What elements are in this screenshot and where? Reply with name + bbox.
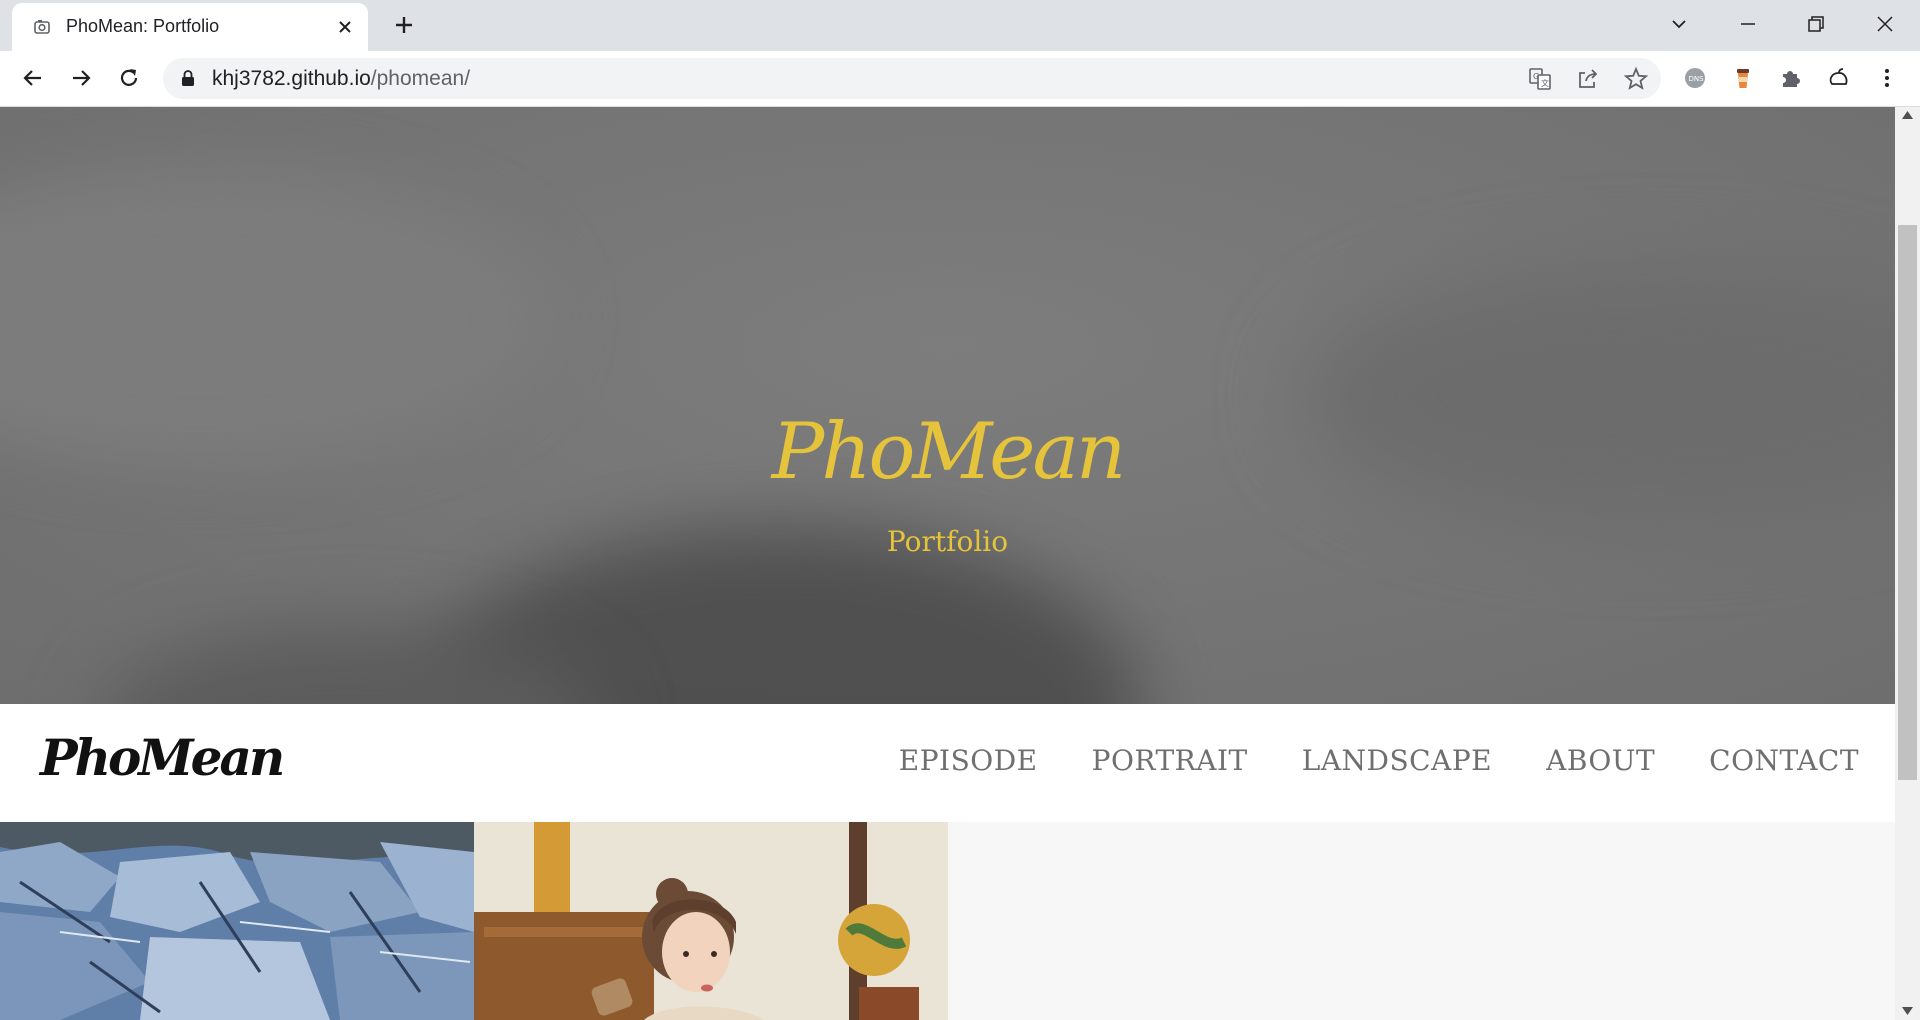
hero-logo: PhoMean [771,407,1126,497]
bookmark-star-icon[interactable] [1623,66,1649,92]
landscape-rocks-photo[interactable] [0,822,474,1020]
tab-title: PhoMean: Portfolio [66,16,220,36]
tab-search-chevron-down-icon[interactable] [1667,12,1691,36]
extension-coffee-icon[interactable] [1730,65,1756,91]
url-host: khj3782.github.io [212,67,371,90]
close-window-icon[interactable] [1873,12,1897,36]
browser-tab[interactable]: PhoMean: Portfolio [12,3,368,51]
chrome-menu-icon[interactable] [1874,65,1900,91]
close-tab-icon[interactable] [335,17,355,37]
site-logo[interactable]: PhoMean [40,728,285,787]
scrollbar-thumb[interactable] [1898,225,1917,780]
camera-favicon-icon [34,20,50,34]
nav-item-about[interactable]: ABOUT [1546,744,1655,777]
scroll-down-arrow-icon[interactable] [1902,1007,1913,1015]
rocks-image [0,822,474,1020]
site-navbar: PhoMean EPISODE PORTRAIT LANDSCAPE ABOUT… [0,704,1895,822]
svg-text:文: 文 [1541,78,1549,88]
portrait-image [474,822,948,1020]
profile-icon[interactable] [1826,65,1852,91]
extension-dns-icon[interactable]: DNS [1682,65,1708,91]
nav-item-episode[interactable]: EPISODE [899,744,1038,777]
hero-subtitle: Portfolio [886,525,1009,558]
nav-menu: EPISODE PORTRAIT LANDSCAPE ABOUT CONTACT [899,744,1859,777]
lock-icon[interactable] [181,70,195,87]
url-path: /phomean/ [370,67,471,90]
page-scrollbar[interactable] [1895,107,1920,1020]
browser-toolbar: khj3782.github.io/phomean/ G 文 DNS [0,51,1920,107]
translate-icon[interactable]: G 文 [1527,66,1553,92]
url-text[interactable]: khj3782.github.io/phomean/ [212,67,470,91]
nav-item-contact[interactable]: CONTACT [1709,744,1859,777]
nav-item-portrait[interactable]: PORTRAIT [1092,744,1248,777]
forward-icon[interactable] [68,65,94,91]
address-bar[interactable]: khj3782.github.io/phomean/ G 文 [163,58,1661,99]
scroll-up-arrow-icon[interactable] [1902,111,1913,119]
svg-text:G: G [1533,72,1539,81]
back-icon[interactable] [20,65,46,91]
page-viewport: PhoMean Portfolio PhoMean EPISODE PORTRA… [0,107,1895,1020]
restore-icon[interactable] [1804,12,1828,36]
minimize-icon[interactable] [1736,12,1760,36]
new-tab-plus-icon[interactable] [392,13,416,37]
svg-text:DNS: DNS [1689,75,1705,83]
tab-strip: PhoMean: Portfolio [0,0,1920,51]
extensions-puzzle-icon[interactable] [1778,65,1804,91]
hero-banner: PhoMean Portfolio [0,107,1895,704]
nav-item-landscape[interactable]: LANDSCAPE [1302,744,1492,777]
share-icon[interactable] [1575,66,1601,92]
reload-icon[interactable] [116,65,142,91]
photo-gallery [0,822,1895,1020]
portrait-girl-photo[interactable] [474,822,948,1020]
